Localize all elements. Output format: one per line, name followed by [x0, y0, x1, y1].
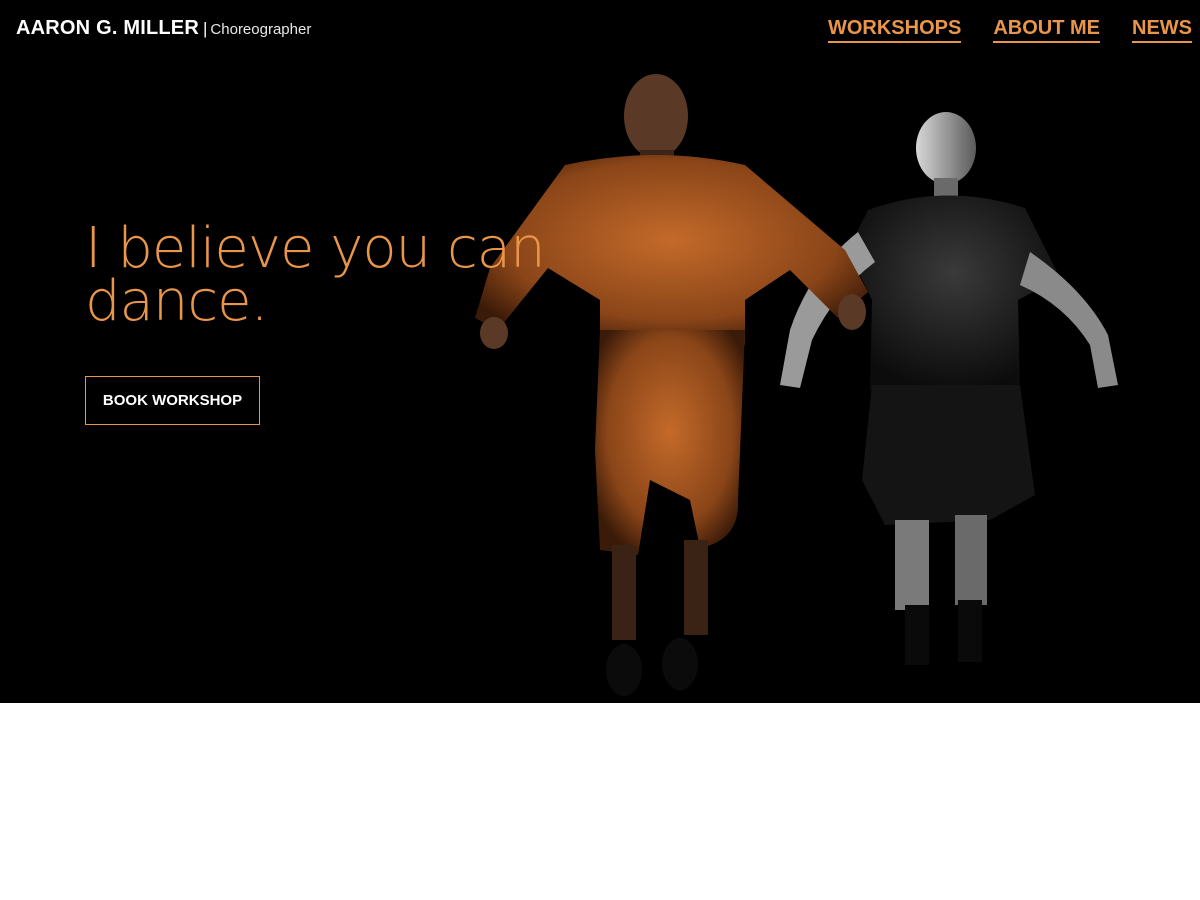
- dancer-right: [780, 112, 1118, 665]
- hero-section: AARON G. MILLER | Choreographer WORKSHOP…: [0, 0, 1200, 703]
- dancers-photo: [475, 74, 1118, 696]
- below-hero-area: [0, 703, 1200, 900]
- book-workshop-button[interactable]: BOOK WORKSHOP: [85, 376, 260, 425]
- dancer-left: [475, 74, 868, 696]
- hero-headline: I believe you can dance.: [85, 216, 546, 334]
